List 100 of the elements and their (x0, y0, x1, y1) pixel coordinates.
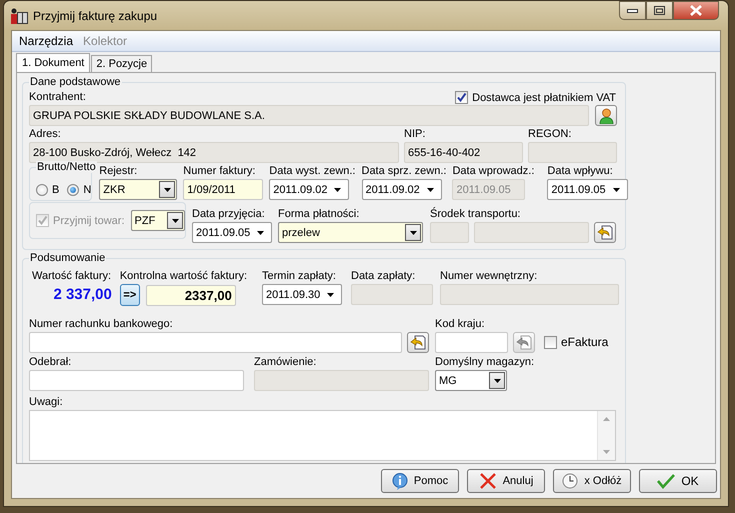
field-label: Kontrahent: (29, 91, 86, 104)
page-arrow-icon (410, 335, 426, 350)
field-label: Data sprz. zewn.: (362, 165, 446, 178)
group-title: Podsumowanie (29, 252, 106, 264)
checkbox[interactable] (455, 91, 468, 104)
dropdown-field[interactable]: ZKR (99, 179, 178, 200)
dropdown-button[interactable] (405, 224, 421, 241)
scroll-up-icon[interactable] (603, 417, 610, 421)
checkbox-label: eFaktura (561, 335, 608, 349)
input-field[interactable]: GRUPA POLSKIE SKŁADY BUDOWLANE S.A. (29, 105, 589, 126)
date-picker[interactable]: 2011.09.30 (262, 284, 342, 305)
input-field[interactable] (435, 332, 508, 353)
caret-icon (494, 378, 500, 382)
app-icon (11, 8, 28, 24)
input-field[interactable] (474, 222, 589, 243)
input-field[interactable]: 28-100 Busko-Zdrój, Wełecz 142 (29, 142, 399, 163)
field-label: Data wpływu: (547, 165, 614, 178)
field-label: Odebrał: (29, 356, 72, 369)
restore-icon (654, 6, 665, 15)
field-label: REGON: (528, 128, 572, 141)
input-field[interactable]: 1/09/2011 (183, 179, 264, 200)
input-field[interactable] (440, 284, 619, 305)
field-label: Termin zapłaty: (262, 270, 337, 283)
radio-button[interactable] (67, 184, 80, 196)
invoice-value: 2 337,00 (52, 285, 112, 305)
field-label: Numer wewnętrzny: (440, 270, 538, 283)
copy-value-button[interactable]: => (120, 284, 140, 306)
field-label: Kontrolna wartość faktury: (120, 270, 247, 283)
input-field[interactable] (351, 284, 433, 305)
scrollbar[interactable] (597, 411, 615, 460)
input-field[interactable] (254, 370, 429, 391)
dialog-button[interactable]: x Odłóż (553, 469, 631, 493)
dialog-button[interactable]: Pomoc (381, 469, 459, 493)
minimize-icon (627, 8, 638, 12)
group-title: Brutto/Netto (36, 161, 97, 173)
date-picker[interactable]: 2011.09.02 (269, 179, 350, 200)
minimize-button[interactable] (619, 1, 646, 20)
contractor-button[interactable] (595, 105, 617, 126)
field-label: Zamówienie: (254, 356, 318, 369)
caret-icon (327, 292, 334, 296)
radio-label: N (83, 184, 92, 196)
field-label: Domyślny magazyn: (435, 356, 534, 369)
scroll-down-icon[interactable] (603, 450, 610, 454)
cross-icon (478, 472, 497, 490)
field-label: Wartość faktury: (32, 270, 112, 283)
checkmark-icon (657, 473, 676, 489)
field-label: Uwagi: (29, 396, 64, 409)
caret-icon (164, 188, 171, 192)
field-label: Data wyst. zewn.: (269, 165, 356, 178)
caret-icon (172, 218, 178, 222)
input-field[interactable]: 655-16-40-402 (404, 142, 523, 163)
window-title: Przyjmij fakturę zakupu (33, 8, 158, 22)
dialog-button[interactable]: OK (639, 469, 717, 493)
tab[interactable]: 1. Dokument (16, 53, 90, 72)
radio-label: B (52, 184, 60, 196)
field-label: Rejestr: (99, 165, 138, 178)
tab[interactable]: 2. Pozycje (91, 55, 152, 72)
field-label: Kod kraju: (435, 318, 486, 331)
dropdown-field[interactable]: MG (435, 370, 507, 391)
date-picker[interactable]: 2011.09.05 (547, 179, 628, 200)
lookup-button[interactable] (513, 332, 535, 353)
lookup-button[interactable] (594, 222, 616, 243)
group-title: Dane podstawowe (29, 76, 122, 88)
input-field[interactable] (528, 142, 617, 163)
checkbox[interactable] (544, 336, 557, 348)
input-field[interactable]: 2337,00 (146, 284, 236, 306)
menu-item[interactable]: Narzędzia (15, 32, 78, 50)
maximize-button[interactable] (646, 1, 673, 20)
date-picker[interactable]: 2011.09.02 (362, 179, 442, 200)
field-label: Adres: (29, 128, 62, 141)
field-label: Środek transportu: (430, 208, 522, 221)
field-label: Data zapłaty: (351, 270, 416, 283)
person-icon (598, 108, 614, 124)
field-label: Data wprowadz.: (452, 165, 534, 178)
lookup-button[interactable] (407, 332, 429, 353)
caret-icon (257, 230, 264, 234)
input-field[interactable] (29, 332, 402, 353)
close-button[interactable] (673, 1, 719, 20)
field-label: Data przyjęcia: (192, 208, 266, 221)
dropdown-button[interactable] (167, 212, 183, 229)
field-label: Numer faktury: (183, 165, 256, 178)
notes-field[interactable] (29, 410, 616, 461)
field-label: Forma płatności: (278, 208, 360, 221)
dialog-button[interactable]: Anuluj (467, 469, 545, 493)
checkbox-label: Dostawca jest płatnikiem VAT (472, 92, 616, 104)
field-label: Numer rachunku bankowego: (29, 318, 174, 331)
input-field[interactable] (29, 370, 244, 391)
caret-icon (410, 230, 416, 234)
radio-button[interactable] (36, 184, 48, 196)
close-icon (689, 5, 703, 16)
dropdown-button[interactable] (489, 372, 505, 389)
dropdown-button[interactable] (159, 181, 176, 198)
caret-icon (334, 188, 342, 192)
dropdown-field[interactable]: przelew (278, 222, 423, 243)
page-arrow-icon (516, 335, 532, 350)
input-field[interactable] (430, 222, 469, 243)
date-picker[interactable]: 2011.09.05 (192, 222, 272, 243)
clock-icon (562, 473, 578, 489)
page-arrow-icon (597, 225, 613, 240)
field-label: NIP: (404, 128, 426, 141)
